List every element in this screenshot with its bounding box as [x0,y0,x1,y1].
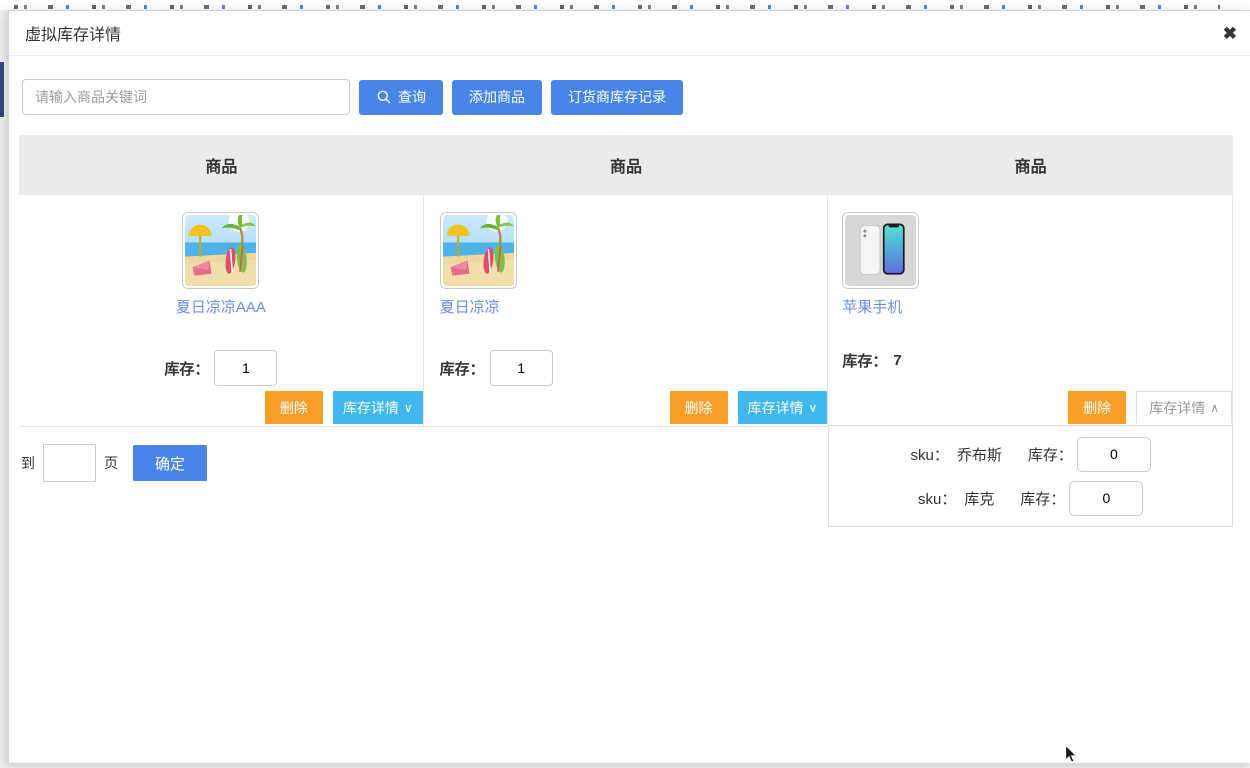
stock-detail-button[interactable]: 库存详情 ∧ [1136,391,1232,424]
product-cell: 夏日凉凉AAA 库存： 删除 库存详情 ∨ [19,195,424,426]
sku-stock-label: 库存： [1020,488,1065,509]
stock-label: 库存： [164,358,209,379]
table-header-row: 商品 商品 商品 [19,135,1233,195]
stock-label: 库存： [440,358,485,379]
modal-title: 虚拟库存详情 [25,21,121,45]
stock-detail-label: 库存详情 [343,398,399,418]
product-block: 夏日凉凉 [424,212,828,317]
table-body-row: 夏日凉凉AAA 库存： 删除 库存详情 ∨ [19,195,1233,427]
sku-label: sku： [918,488,956,509]
chevron-down-icon: ∨ [809,401,818,415]
modal-header: 虚拟库存详情 ✖ [9,11,1250,56]
add-product-label: 添加商品 [469,87,525,107]
toolbar: 查询 添加商品 订货商库存记录 [22,79,1250,115]
query-button[interactable]: 查询 [359,80,443,115]
product-name-link[interactable]: 夏日凉凉 [440,296,500,317]
background-page-strip [0,0,1250,10]
sku-name: 乔布斯 [957,444,1002,465]
page-unit-label: 页 [104,453,118,473]
product-image-phone [842,212,919,289]
sku-stock-input[interactable] [1077,437,1151,472]
product-name-link[interactable]: 夏日凉凉AAA [176,296,266,317]
search-input[interactable] [22,79,350,115]
add-product-button[interactable]: 添加商品 [452,80,542,115]
table-header-cell: 商品 [19,135,424,195]
delete-button[interactable]: 删除 [265,391,323,424]
stock-row: 库存： [424,350,828,386]
sku-row: sku： 库克 库存： [918,481,1143,516]
stock-input[interactable] [214,350,277,386]
product-table: 商品 商品 商品 [19,135,1233,427]
sku-stock-label: 库存： [1028,444,1073,465]
page-number-input[interactable] [43,444,96,482]
stock-row: 库存： [19,350,423,386]
page-to-label: 到 [21,453,35,473]
delete-button[interactable]: 删除 [1068,391,1126,424]
close-icon[interactable]: ✖ [1223,25,1237,42]
product-image-beach [182,212,259,289]
supplier-stock-record-button[interactable]: 订货商库存记录 [551,80,683,115]
stock-label: 库存： [842,350,887,371]
row-actions: 删除 库存详情 ∨ [424,391,828,424]
chevron-down-icon: ∨ [404,401,413,415]
stock-detail-label: 库存详情 [748,398,804,418]
chevron-up-icon: ∧ [1210,401,1219,415]
table-header-cell: 商品 [424,135,829,195]
product-cell: 苹果手机 库存： 7 删除 库存详情 ∧ sku： 乔布斯 [828,195,1233,426]
product-image-beach [440,212,517,289]
query-button-label: 查询 [398,87,426,107]
product-name-link[interactable]: 苹果手机 [842,296,902,317]
stock-detail-button[interactable]: 库存详情 ∨ [333,391,423,424]
sku-label: sku： [910,444,948,465]
sku-row: sku： 乔布斯 库存： [910,437,1150,472]
product-cell: 夏日凉凉 库存： 删除 库存详情 ∨ [424,195,829,426]
product-block: 夏日凉凉AAA [19,212,423,317]
product-block: 苹果手机 [828,212,1232,317]
stock-detail-label: 库存详情 [1149,398,1205,418]
row-actions: 删除 库存详情 ∧ [828,391,1232,424]
delete-button[interactable]: 删除 [670,391,728,424]
sku-stock-input[interactable] [1069,481,1143,516]
search-icon [376,89,392,105]
stock-detail-button[interactable]: 库存详情 ∨ [738,391,828,424]
sku-detail-panel: sku： 乔布斯 库存： sku： 库克 库存： [828,425,1233,527]
stock-row: 库存： 7 [828,350,1232,371]
row-actions: 删除 库存详情 ∨ [19,391,423,424]
sku-name: 库克 [964,488,994,509]
stock-input[interactable] [490,350,553,386]
confirm-button[interactable]: 确定 [133,445,207,481]
background-sidebar-accent [0,62,4,117]
supplier-stock-record-label: 订货商库存记录 [568,87,666,107]
virtual-stock-modal: 虚拟库存详情 ✖ 查询 添加商品 订货商库存记录 商品 商品 商品 [8,10,1250,763]
table-header-cell: 商品 [828,135,1233,195]
stock-value: 7 [893,352,901,369]
